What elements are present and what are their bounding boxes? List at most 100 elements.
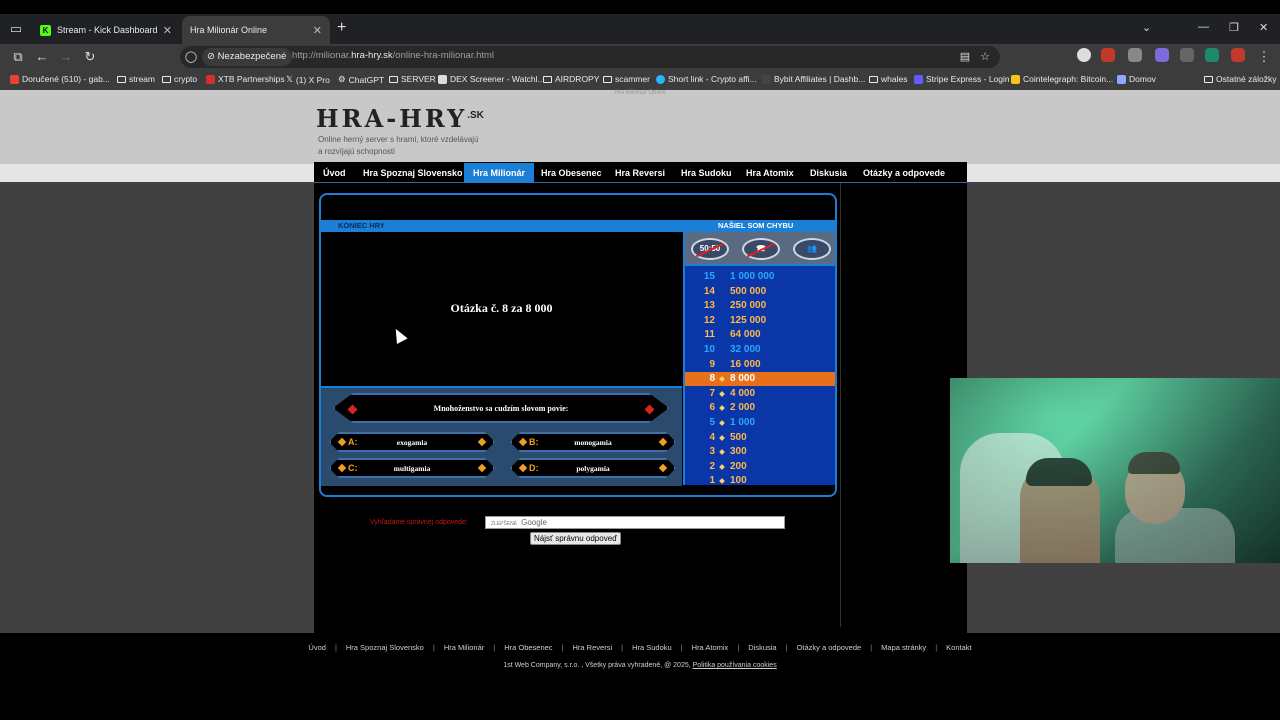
footer-link[interactable]: Hra Sudoku bbox=[632, 643, 672, 652]
sidebar-icon[interactable]: ⧉ bbox=[9, 48, 27, 66]
url-prefix: http://milionar. bbox=[292, 50, 352, 61]
footer-link[interactable]: Mapa stránky bbox=[881, 643, 926, 652]
new-tab-icon[interactable]: + bbox=[337, 19, 346, 37]
bookmark-item[interactable]: Doručené (510) - gab... bbox=[10, 74, 110, 84]
answer-c[interactable]: C: multigamia bbox=[329, 458, 495, 478]
footer-link[interactable]: Otázky a odpovede bbox=[797, 643, 862, 652]
bookmark-folder[interactable]: scammer bbox=[603, 74, 650, 84]
ladder-row: 15 1 000 000 bbox=[685, 270, 835, 284]
bookmark-label: crypto bbox=[174, 74, 198, 84]
footer-link[interactable]: Diskusia bbox=[748, 643, 776, 652]
url-text[interactable]: http://milionar.hra-hry.sk/online-hra-mi… bbox=[292, 50, 494, 61]
tab-list-chevron-icon[interactable]: ⌄ bbox=[1142, 21, 1151, 34]
profile-icon[interactable] bbox=[1077, 48, 1091, 62]
footer-link[interactable]: Kontakt bbox=[946, 643, 971, 652]
tab-kick-dashboard[interactable]: K Stream - Kick Dashboard ✕ bbox=[32, 16, 180, 44]
bookmark-item[interactable]: 𝕏 (1) X Pro bbox=[286, 74, 330, 85]
bookmark-item[interactable]: ⚙ ChatGPT bbox=[338, 74, 384, 85]
menu-item-atomix[interactable]: Hra Atomix bbox=[737, 163, 803, 183]
bookmark-folder[interactable]: AIRDROPY bbox=[543, 74, 599, 84]
url-domain: hra-hry.sk bbox=[351, 50, 393, 61]
report-error-button[interactable]: NAŠIEL SOM CHYBU bbox=[718, 220, 793, 232]
bookmark-folder[interactable]: SERVER bbox=[389, 74, 436, 84]
bookmark-folder[interactable]: crypto bbox=[162, 74, 197, 84]
menu-item-uvod[interactable]: Úvod bbox=[314, 163, 355, 183]
extension-icon[interactable] bbox=[1155, 48, 1169, 62]
extensions-puzzle-icon[interactable] bbox=[1180, 48, 1194, 62]
extension-icon[interactable] bbox=[1205, 48, 1219, 62]
back-icon[interactable]: ← bbox=[33, 48, 51, 66]
answer-text: multigamia bbox=[393, 464, 431, 473]
shield-icon[interactable]: ◯ bbox=[182, 48, 200, 66]
bookmark-folder[interactable]: stream bbox=[117, 74, 155, 84]
menu-item-diskusia[interactable]: Diskusia bbox=[801, 163, 856, 183]
folder-icon bbox=[117, 75, 126, 83]
tab-title: Stream - Kick Dashboard bbox=[57, 25, 158, 35]
bookmark-item[interactable]: DEX Screener - Watchl... bbox=[438, 74, 545, 84]
find-answer-button[interactable]: Nájsť správnu odpoveď bbox=[530, 532, 622, 545]
bookmark-label: Doručené (510) - gab... bbox=[22, 74, 110, 84]
fifty-fifty-icon[interactable]: 50:50 bbox=[691, 238, 729, 260]
bookmark-folder[interactable]: whales bbox=[869, 74, 907, 84]
tab-hra-milionar[interactable]: Hra Milionár Online ✕ bbox=[182, 16, 330, 44]
ask-audience-icon[interactable]: 👥 bbox=[793, 238, 831, 260]
bookmark-item[interactable]: Domov bbox=[1117, 74, 1156, 84]
answer-d[interactable]: D: polygamia bbox=[510, 458, 676, 478]
end-game-button[interactable]: KONIEC HRY bbox=[338, 220, 385, 232]
menu-item-otazky[interactable]: Otázky a odpovede bbox=[854, 163, 954, 183]
warning-icon: ⊘ bbox=[207, 51, 218, 62]
ladder-level: 4 bbox=[709, 431, 715, 443]
footer-link[interactable]: Hra Obesenec bbox=[504, 643, 552, 652]
menu-item-reversi[interactable]: Hra Reversi bbox=[606, 163, 674, 183]
security-chip[interactable]: ⊘ Nezabezpečené bbox=[202, 48, 293, 66]
close-tab-icon[interactable]: ✕ bbox=[313, 24, 322, 37]
ladder-amount: 16 000 bbox=[730, 358, 761, 370]
footer-separator: | bbox=[561, 643, 564, 652]
tab-search-icon[interactable]: ▭ bbox=[8, 21, 24, 37]
close-tab-icon[interactable]: ✕ bbox=[163, 24, 172, 37]
answer-a[interactable]: A: exogamia bbox=[329, 432, 495, 452]
close-window-icon[interactable]: ✕ bbox=[1259, 21, 1268, 34]
footer-separator: | bbox=[432, 643, 435, 652]
footer-link[interactable]: Hra Spoznaj Slovensko bbox=[346, 643, 424, 652]
menu-item-spoznaj-slovensko[interactable]: Hra Spoznaj Slovensko bbox=[354, 163, 472, 183]
menu-item-sudoku[interactable]: Hra Sudoku bbox=[672, 163, 741, 183]
bookmark-item[interactable]: Short link - Crypto affi... bbox=[656, 74, 757, 84]
restore-icon[interactable]: ❐ bbox=[1229, 21, 1239, 34]
cookies-link[interactable]: Politika používania cookies bbox=[693, 662, 777, 669]
phone-friend-icon[interactable]: ☎ bbox=[742, 238, 780, 260]
answer-b[interactable]: B: monogamia bbox=[510, 432, 676, 452]
minimize-icon[interactable]: — bbox=[1198, 21, 1209, 33]
footer-link[interactable]: Úvod bbox=[308, 643, 326, 652]
menu-item-milionar[interactable]: Hra Milionár bbox=[464, 163, 535, 183]
ladder-level: 5 bbox=[709, 417, 715, 428]
bookmark-item[interactable]: Cointelegraph: Bitcoin... bbox=[1011, 74, 1113, 84]
bookmark-star-icon[interactable]: ☆ bbox=[976, 48, 994, 66]
bookmark-label: (1) X Pro bbox=[295, 74, 330, 85]
bookmark-item[interactable]: Bybit Affiliates | Dashb... bbox=[762, 74, 865, 84]
bookmark-label: scammer bbox=[615, 74, 650, 84]
bookmark-label: SERVER bbox=[401, 74, 436, 84]
dexscreener-icon bbox=[438, 74, 447, 84]
ladder-amount: 100 bbox=[730, 475, 747, 487]
site-logo[interactable]: HRA-HRY.SK bbox=[316, 104, 484, 133]
extension-icon[interactable] bbox=[1231, 48, 1245, 62]
menu-item-obesenec[interactable]: Hra Obesenec bbox=[532, 163, 611, 183]
other-bookmarks[interactable]: Ostatné záložky bbox=[1204, 74, 1276, 84]
bookmark-item[interactable]: XTB Partnerships bbox=[206, 74, 285, 84]
footer-link[interactable]: Hra Reversi bbox=[573, 643, 613, 652]
reader-mode-icon[interactable]: ▤ bbox=[956, 48, 974, 66]
more-menu-icon[interactable]: ⋮ bbox=[1255, 48, 1273, 66]
footer-link[interactable]: Hra Milionár bbox=[444, 643, 484, 652]
reload-icon[interactable]: ↻ bbox=[81, 48, 99, 66]
address-bar[interactable]: ◯ ⊘ Nezabezpečené http://milionar.hra-hr… bbox=[180, 46, 1000, 68]
forward-icon[interactable]: → bbox=[57, 48, 75, 66]
footer-link[interactable]: Hra Atomix bbox=[692, 643, 729, 652]
answer-text: monogamia bbox=[574, 438, 612, 447]
bookmark-item[interactable]: Stripe Express - Login bbox=[914, 74, 1010, 84]
site-tagline: Online herný server s hrami, ktoré vzdel… bbox=[318, 134, 498, 158]
gmail-icon bbox=[10, 74, 19, 84]
extension-icon[interactable] bbox=[1128, 48, 1142, 62]
google-search-input[interactable]: ZLEPŠENÉ Google bbox=[485, 516, 785, 529]
extension-icon[interactable] bbox=[1101, 48, 1115, 62]
